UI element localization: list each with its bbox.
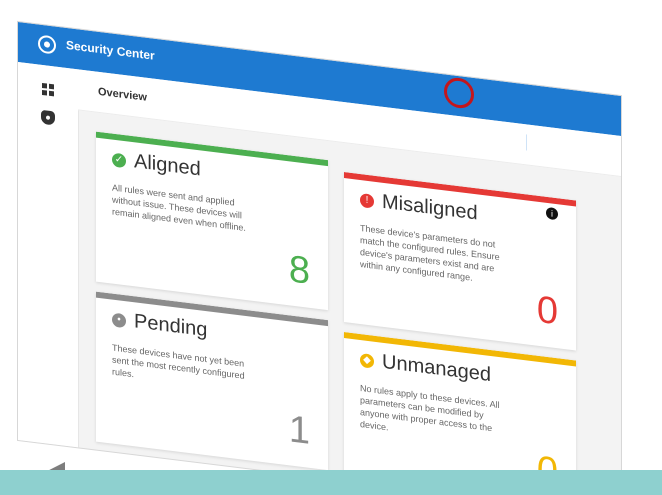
security-center-icon[interactable] (40, 109, 56, 127)
bell-icon[interactable]: ▲ (537, 137, 551, 153)
grid-icon[interactable]: ▦ (382, 118, 396, 134)
pending-shield-icon: • (112, 312, 126, 328)
misaligned-card-header: ! Misaligned (360, 188, 478, 225)
aligned-card[interactable]: ✓ Aligned All rules were sent and applie… (96, 131, 328, 311)
unmanaged-description: No rules apply to these devices. All par… (360, 382, 500, 434)
aligned-description: All rules were sent and applied without … (112, 182, 246, 233)
gauge-icon[interactable]: ◔ (406, 121, 420, 137)
pending-card-header: • Pending (112, 308, 207, 343)
screenshot-stage: Security Center Overview ▦ ◔ ▥ ⬟ ☷ ▣ ▲ ?… (0, 0, 662, 495)
left-sidebar (18, 62, 79, 448)
unmanaged-title: Unmanaged (382, 350, 491, 387)
pending-title: Pending (134, 310, 208, 342)
page-title: Overview (98, 85, 147, 104)
misaligned-count: 0 (536, 288, 558, 334)
unmanaged-shield-icon: ◆ (360, 352, 374, 369)
unmanaged-card-header: ◆ Unmanaged (360, 348, 491, 387)
aligned-title: Aligned (134, 150, 201, 181)
image-icon[interactable]: ▣ (502, 132, 516, 148)
grid-icon (42, 82, 54, 97)
check-shield-icon: ✓ (112, 152, 126, 168)
app-logo-icon (38, 34, 56, 55)
shield-icon (41, 109, 55, 126)
alert-shield-icon: ! (360, 192, 374, 209)
pending-card[interactable]: • Pending These devices have not yet bee… (96, 291, 328, 471)
decorative-bottom-bar (0, 470, 662, 495)
pending-description: These devices have not yet been sent the… (112, 342, 245, 381)
misaligned-title: Misaligned (382, 190, 478, 225)
bars-icon[interactable]: ▥ (430, 124, 444, 140)
sliders-icon[interactable]: ☷ (478, 129, 492, 145)
info-icon[interactable]: i (546, 206, 558, 221)
shield-icon[interactable]: ⬟ (454, 127, 468, 143)
app-title: Security Center (66, 37, 155, 63)
status-cards-area: ✓ Aligned All rules were sent and applie… (96, 131, 616, 495)
help-icon[interactable]: ? (561, 140, 575, 156)
dashboard-icon[interactable] (40, 81, 56, 99)
misaligned-card[interactable]: i ! Misaligned These device's parameters… (344, 172, 576, 351)
aligned-card-header: ✓ Aligned (112, 148, 201, 182)
app-screen: Security Center Overview ▦ ◔ ▥ ⬟ ☷ ▣ ▲ ?… (18, 22, 621, 495)
pending-count: 1 (288, 408, 310, 453)
toolbar-divider (526, 134, 527, 151)
aligned-count: 8 (288, 248, 310, 293)
misaligned-description: These device's parameters do not match t… (360, 222, 500, 283)
account-icon[interactable]: ● (585, 143, 599, 159)
